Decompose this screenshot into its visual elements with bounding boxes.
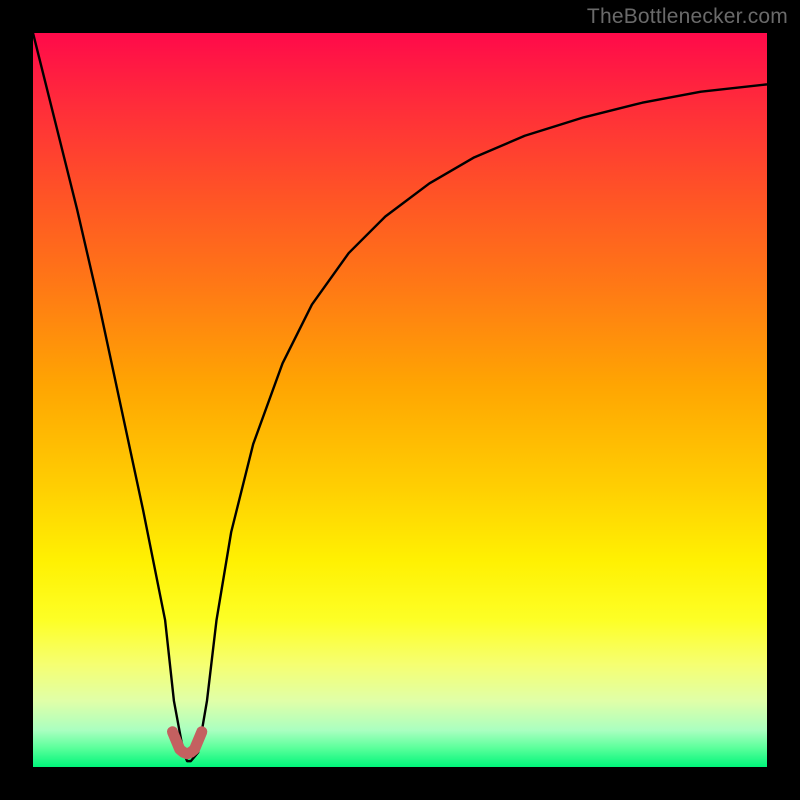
chart-frame: TheBottlenecker.com — [0, 0, 800, 800]
watermark-text: TheBottlenecker.com — [587, 5, 788, 29]
marker-dip — [172, 732, 201, 754]
bottleneck-curve — [33, 33, 767, 761]
chart-svg — [33, 33, 767, 767]
plot-area — [33, 33, 767, 767]
